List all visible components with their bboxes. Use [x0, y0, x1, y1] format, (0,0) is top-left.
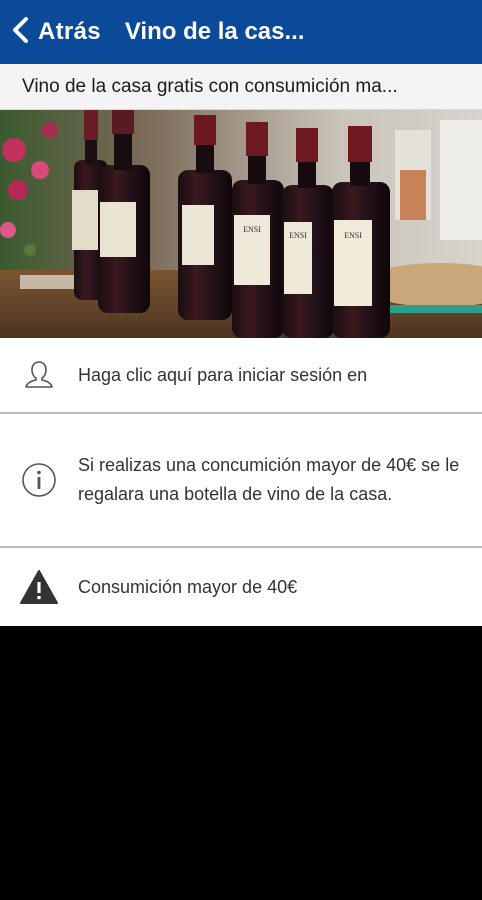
back-button[interactable]: Atrás [0, 0, 101, 64]
user-outline-icon [0, 338, 78, 412]
info-row: Si realizas una concumición mayor de 40€… [0, 414, 482, 548]
promo-subtitle: Vino de la casa gratis con consumición m… [22, 75, 398, 97]
app-header: Atrás Vino de la cas... [0, 0, 482, 64]
empty-area [0, 626, 482, 900]
bottle-label-text: ENSI [344, 231, 362, 240]
back-label: Atrás [38, 18, 101, 45]
promo-subtitle-bar: Vino de la casa gratis con consumición m… [0, 64, 482, 110]
info-circle-icon [0, 414, 78, 546]
page-title: Vino de la cas... [124, 18, 305, 45]
bottle-label-text: ENSI [243, 225, 261, 234]
hero-image: ENSI ENSI ENSI [0, 110, 482, 338]
info-text: Si realizas una concumición mayor de 40€… [78, 455, 460, 504]
login-text: Haga clic aquí para iniciar sesión en [78, 364, 368, 385]
warning-row: Consumición mayor de 40€ [0, 548, 482, 626]
warning-triangle-icon [0, 548, 78, 626]
chevron-left-icon [10, 16, 32, 49]
bottle-label-text: ENSI [289, 231, 307, 240]
warning-text: Consumición mayor de 40€ [78, 576, 298, 597]
login-row[interactable]: Haga clic aquí para iniciar sesión en [0, 338, 482, 414]
